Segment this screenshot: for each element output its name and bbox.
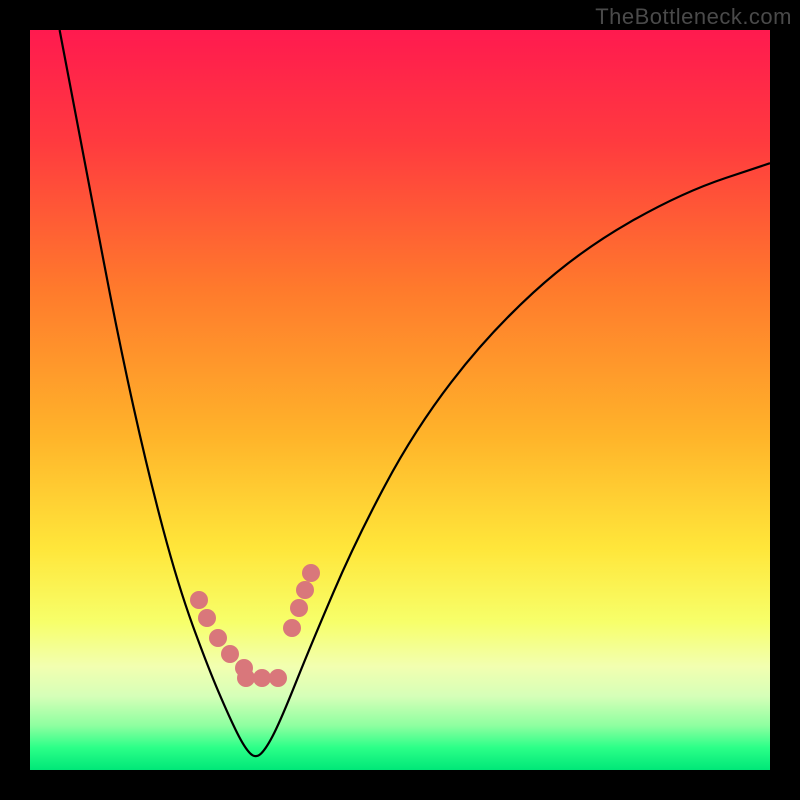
curve-layer [30, 30, 770, 770]
bottleneck-curve [60, 30, 770, 756]
watermark-text: TheBottleneck.com [595, 4, 792, 30]
chart-frame: TheBottleneck.com [0, 0, 800, 800]
marker-dot [283, 619, 301, 637]
marker-dot [209, 629, 227, 647]
marker-dot [269, 669, 287, 687]
marker-dot [221, 645, 239, 663]
marker-dot [302, 564, 320, 582]
marker-dot [296, 581, 314, 599]
marker-dot [237, 669, 255, 687]
marker-dot [198, 609, 216, 627]
marker-dot [190, 591, 208, 609]
plot-area [30, 30, 770, 770]
marker-dot [290, 599, 308, 617]
marker-dot [253, 669, 271, 687]
